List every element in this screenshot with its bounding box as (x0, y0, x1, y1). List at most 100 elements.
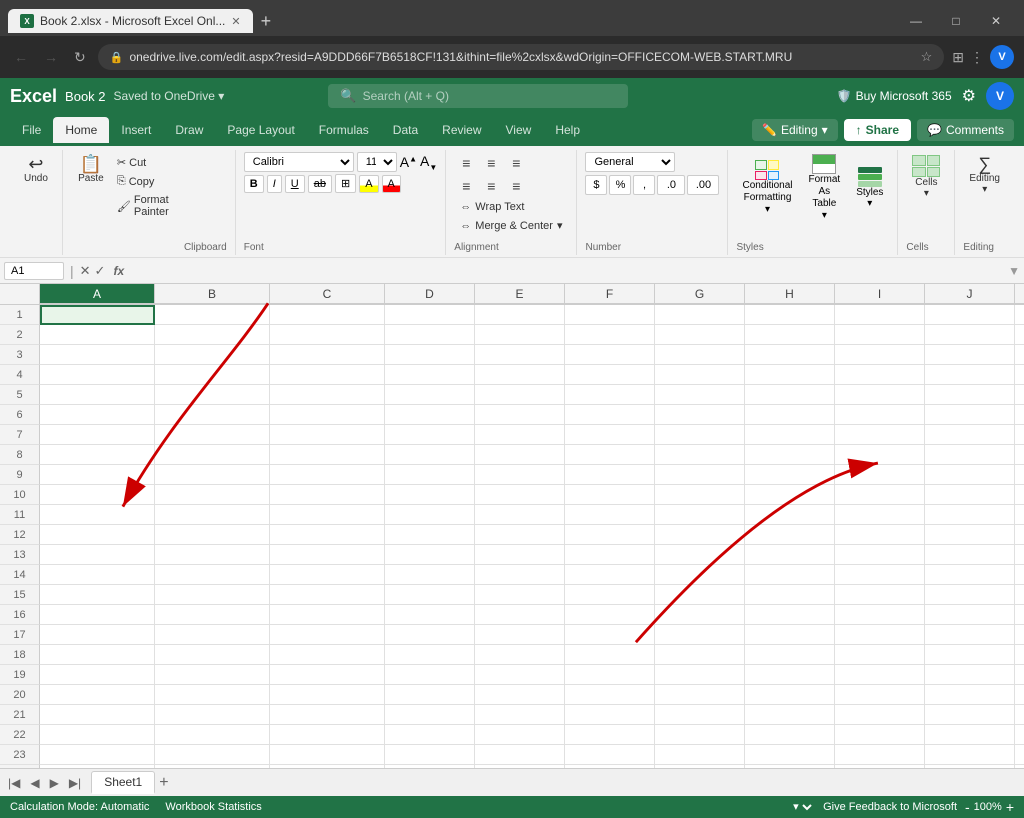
align-center-button[interactable]: ≡ (479, 175, 503, 197)
cell-A24[interactable] (40, 765, 155, 768)
cell-K20[interactable] (1015, 685, 1024, 705)
cell-A2[interactable] (40, 325, 155, 345)
merge-center-button[interactable]: ⇔ Merge & Center ▾ (454, 217, 568, 234)
cell-J14[interactable] (925, 565, 1015, 585)
cell-B2[interactable] (155, 325, 270, 345)
cell-J24[interactable] (925, 765, 1015, 768)
cell-C12[interactable] (270, 525, 385, 545)
cell-A6[interactable] (40, 405, 155, 425)
strikethrough-button[interactable]: ab (308, 175, 332, 193)
cell-I21[interactable] (835, 705, 925, 725)
cell-E2[interactable] (475, 325, 565, 345)
tab-close-button[interactable]: ✕ (231, 15, 240, 28)
status-dropdown[interactable]: ▾ (789, 800, 815, 814)
cell-D2[interactable] (385, 325, 475, 345)
tab-file[interactable]: File (10, 117, 53, 143)
editing-group-button[interactable]: ∑ Editing ▾ (963, 152, 1006, 198)
cell-G8[interactable] (655, 445, 745, 465)
align-top-left-button[interactable]: ≡ (454, 152, 478, 174)
cell-E20[interactable] (475, 685, 565, 705)
col-header-B[interactable]: B (155, 284, 270, 304)
cell-K8[interactable] (1015, 445, 1024, 465)
wrap-text-button[interactable]: ⇔ Wrap Text (454, 199, 568, 215)
back-button[interactable]: ← (10, 45, 32, 69)
cell-F2[interactable] (565, 325, 655, 345)
cell-K7[interactable] (1015, 425, 1024, 445)
sheet-tab-sheet1[interactable]: Sheet1 (91, 771, 155, 794)
cell-D16[interactable] (385, 605, 475, 625)
cell-H14[interactable] (745, 565, 835, 585)
cell-K11[interactable] (1015, 505, 1024, 525)
cell-J21[interactable] (925, 705, 1015, 725)
cell-H17[interactable] (745, 625, 835, 645)
cell-B22[interactable] (155, 725, 270, 745)
cell-E19[interactable] (475, 665, 565, 685)
col-header-D[interactable]: D (385, 284, 475, 304)
extensions-icon[interactable]: ⊞ (952, 49, 964, 66)
align-left-button[interactable]: ≡ (454, 175, 478, 197)
feedback-button[interactable]: Give Feedback to Microsoft (823, 801, 957, 813)
cell-F15[interactable] (565, 585, 655, 605)
cell-I12[interactable] (835, 525, 925, 545)
cell-I13[interactable] (835, 545, 925, 565)
minimize-button[interactable]: — (896, 6, 936, 36)
col-header-E[interactable]: E (475, 284, 565, 304)
cell-F11[interactable] (565, 505, 655, 525)
row-number-12[interactable]: 12 (0, 525, 40, 545)
currency-button[interactable]: $ (585, 175, 607, 195)
cell-K12[interactable] (1015, 525, 1024, 545)
cell-H9[interactable] (745, 465, 835, 485)
row-number-15[interactable]: 15 (0, 585, 40, 605)
cell-D19[interactable] (385, 665, 475, 685)
cell-E23[interactable] (475, 745, 565, 765)
cell-J15[interactable] (925, 585, 1015, 605)
col-header-I[interactable]: I (835, 284, 925, 304)
cell-G20[interactable] (655, 685, 745, 705)
sheet-last-button[interactable]: ▶| (65, 774, 85, 792)
cell-F8[interactable] (565, 445, 655, 465)
formula-confirm-button[interactable]: ✓ (95, 263, 106, 279)
cell-D6[interactable] (385, 405, 475, 425)
cell-G13[interactable] (655, 545, 745, 565)
cell-G3[interactable] (655, 345, 745, 365)
cell-D1[interactable] (385, 305, 475, 325)
col-header-G[interactable]: G (655, 284, 745, 304)
cell-C23[interactable] (270, 745, 385, 765)
cell-E24[interactable] (475, 765, 565, 768)
cell-G24[interactable] (655, 765, 745, 768)
row-number-23[interactable]: 23 (0, 745, 40, 765)
cell-E5[interactable] (475, 385, 565, 405)
cell-J5[interactable] (925, 385, 1015, 405)
cell-H10[interactable] (745, 485, 835, 505)
cell-C19[interactable] (270, 665, 385, 685)
cell-K15[interactable] (1015, 585, 1024, 605)
row-number-13[interactable]: 13 (0, 545, 40, 565)
cell-C24[interactable] (270, 765, 385, 768)
cell-D9[interactable] (385, 465, 475, 485)
cell-F10[interactable] (565, 485, 655, 505)
cell-K23[interactable] (1015, 745, 1024, 765)
cell-C9[interactable] (270, 465, 385, 485)
cell-I4[interactable] (835, 365, 925, 385)
cell-H13[interactable] (745, 545, 835, 565)
cell-F18[interactable] (565, 645, 655, 665)
cell-I2[interactable] (835, 325, 925, 345)
cell-G9[interactable] (655, 465, 745, 485)
cell-A18[interactable] (40, 645, 155, 665)
cell-J9[interactable] (925, 465, 1015, 485)
cut-button[interactable]: ✂ Cut (113, 154, 180, 171)
row-number-17[interactable]: 17 (0, 625, 40, 645)
cell-B19[interactable] (155, 665, 270, 685)
cell-F24[interactable] (565, 765, 655, 768)
cell-C10[interactable] (270, 485, 385, 505)
cell-H1[interactable] (745, 305, 835, 325)
tab-help[interactable]: Help (543, 117, 592, 143)
cell-C13[interactable] (270, 545, 385, 565)
cell-A23[interactable] (40, 745, 155, 765)
row-number-11[interactable]: 11 (0, 505, 40, 525)
cell-D17[interactable] (385, 625, 475, 645)
cell-D23[interactable] (385, 745, 475, 765)
cell-K4[interactable] (1015, 365, 1024, 385)
row-number-1[interactable]: 1 (0, 305, 40, 325)
underline-button[interactable]: U (285, 175, 305, 193)
